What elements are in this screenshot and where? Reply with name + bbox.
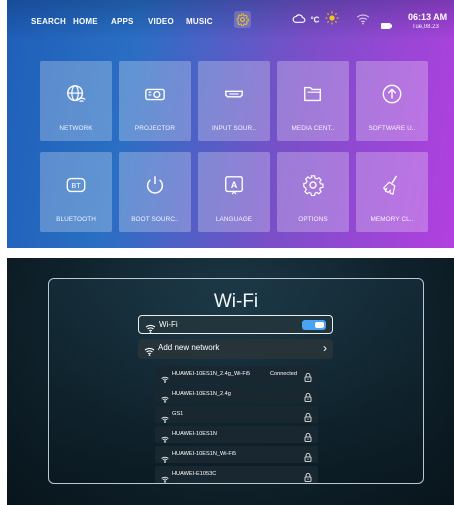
wifi-panel: Wi-Fi Wi-Fi Add new network › HUAWEI-10E [48,278,424,484]
network-item[interactable]: HUAWEI-10ES1N_2.4g [155,386,318,403]
gear-icon [303,175,324,196]
tile-label: OPTIONS [298,216,328,223]
tile-media-center[interactable]: MEDIA CENT.. [277,61,349,141]
wifi-icon [145,320,156,338]
network-item[interactable]: HUAWEI-E1053C [155,466,318,483]
settings-launcher-screen: SEARCH HOME APPS VIDEO MUSIC °C 06:13 AM… [7,0,454,248]
network-name: HUAWEI-10ES1N [172,431,217,437]
tile-label: BLUETOOTH [56,216,96,223]
folder-icon [304,86,322,102]
svg-text:BT: BT [71,181,81,190]
lock-icon [304,449,312,467]
tile-label: LANGUAGE [215,216,253,223]
weather-widget: °C [292,11,319,29]
tile-memory-clean[interactable]: MEMORY CL.. [356,152,428,232]
nav-settings-tab[interactable] [234,11,251,28]
add-network-button[interactable]: Add new network › [138,339,333,359]
lock-icon [304,469,312,487]
nav-home[interactable]: HOME [73,17,98,26]
add-network-label: Add new network [158,343,220,352]
network-name: HUAWEI-E1053C [172,471,217,477]
tile-label: MEMORY CL.. [370,216,414,223]
tile-projector[interactable]: PROJECTOR [119,61,191,141]
switch-knob [315,322,324,328]
gear-icon [236,13,249,26]
nav-apps[interactable]: APPS [111,17,134,26]
hdmi-icon [225,90,243,98]
network-name: HUAWEI-10ES1N_2.4g_Wi-Fi5 [172,371,251,377]
top-navigation-bar: SEARCH HOME APPS VIDEO MUSIC °C 06:13 AM… [7,0,454,40]
network-globe-icon [67,85,86,103]
tile-label: SOFTWARE U.. [368,125,416,132]
language-a-icon: A [225,176,243,195]
tile-network[interactable]: NETWORK [40,61,112,141]
broom-icon [383,175,398,195]
battery-icon [381,16,392,34]
nav-video[interactable]: VIDEO [148,17,174,26]
svg-text:A: A [231,180,238,190]
lock-icon [304,429,312,447]
tile-input-source[interactable]: INPUT SOUR.. [198,61,270,141]
wifi-settings-screen: Wi-Fi Wi-Fi Add new network › HUAWEI-10E [7,258,454,505]
network-name: GS1 [172,411,184,417]
wifi-switch[interactable] [302,320,326,330]
thermometer-cloud-icon [292,14,306,23]
tile-options[interactable]: OPTIONS [277,152,349,232]
panel-title: Wi-Fi [213,291,259,312]
weather-unit: °C [310,15,320,25]
chevron-right-icon: › [323,341,327,355]
upload-arrow-icon [382,84,402,104]
network-item[interactable]: HUAWEI-10ES1N [155,426,318,443]
wifi-status-icon [356,12,370,30]
wifi-icon [144,343,155,361]
tile-software-update[interactable]: SOFTWARE U.. [356,61,428,141]
network-name: HUAWEI-10ES1N_Wi-Fi5 [172,451,237,457]
wifi-signal-icon [161,470,169,488]
network-item[interactable]: HUAWEI-10ES1N_Wi-Fi5 [155,446,318,463]
network-status: Connected [269,371,297,377]
lock-icon [304,389,312,407]
clock-time: 06:13 AM [408,12,448,22]
lock-icon [304,409,312,427]
network-name: HUAWEI-10ES1N_2.4g [172,391,231,397]
nav-music[interactable]: MUSIC [186,17,213,26]
tile-language[interactable]: A LANGUAGE [198,152,270,232]
tile-label: INPUT SOUR.. [211,125,257,132]
tile-bluetooth[interactable]: BT BLUETOOTH [40,152,112,232]
wifi-toggle-row[interactable]: Wi-Fi [138,315,333,334]
tile-boot-source[interactable]: BOOT SOURC.. [119,152,191,232]
projector-icon [145,88,165,101]
network-item[interactable]: HUAWEI-10ES1N_2.4g_Wi-Fi5 Connected [155,366,318,383]
tile-label: NETWORK [59,125,93,132]
tile-label: BOOT SOURC.. [131,216,179,223]
clock-date: Tue,08.23 [412,24,439,30]
nav-search[interactable]: SEARCH [31,17,66,26]
bluetooth-bt-icon: BT [66,177,86,193]
tile-label: PROJECTOR [134,125,176,132]
network-item[interactable]: GS1 [155,406,318,423]
lock-icon [304,369,312,387]
tile-label: MEDIA CENT.. [291,125,335,132]
sun-icon [325,11,339,30]
power-icon [146,176,164,194]
wifi-toggle-label: Wi-Fi [159,320,178,329]
